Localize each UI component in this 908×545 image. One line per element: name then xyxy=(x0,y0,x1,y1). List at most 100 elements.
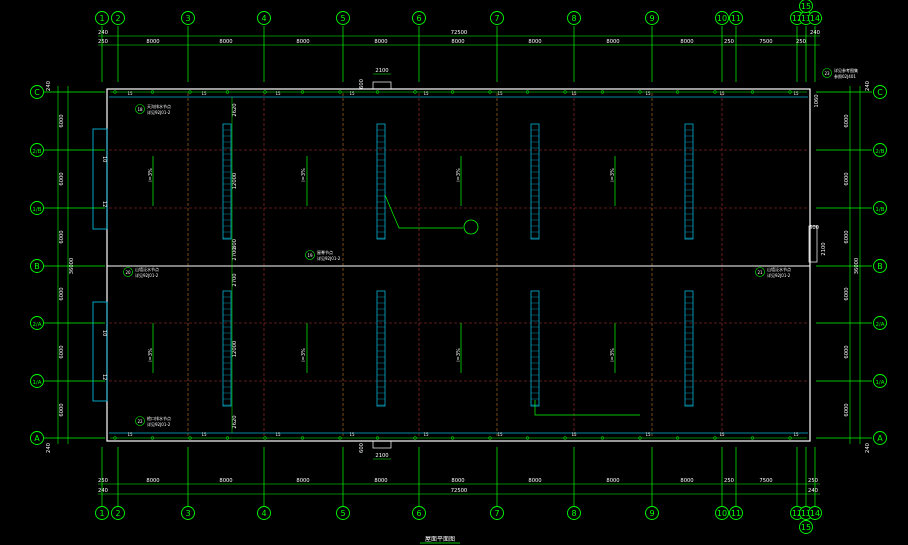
axis-right-2/A-label: 2/A xyxy=(875,322,884,328)
gutter-label-top: 15 xyxy=(719,91,725,96)
gutter-label-top: 15 xyxy=(645,91,651,96)
axis-bottom-extra-label: 15 xyxy=(801,523,811,532)
gable-label: 12 xyxy=(101,201,107,207)
dim-top-offset: 240 xyxy=(98,30,108,36)
dim-hatch-width: 2100 xyxy=(375,453,388,459)
axis-right-1/A-label: 1/A xyxy=(875,380,884,386)
dim-top-bay: 8000 xyxy=(680,39,693,45)
skylight-strip xyxy=(684,290,694,407)
roof-hatch-bottom xyxy=(372,440,392,449)
skylight-strip xyxy=(222,123,232,240)
axis-top-11-label: 11 xyxy=(731,14,741,23)
axis-bottom-3-label: 3 xyxy=(185,509,190,518)
dim-bottom-bay: 8000 xyxy=(219,478,232,484)
dim-bottom-bay: 8000 xyxy=(680,478,693,484)
dim-top-bay: 8000 xyxy=(606,39,619,45)
callout-title: 天沟排水节点 xyxy=(147,103,171,109)
dim-side-span: 6000 xyxy=(59,345,65,358)
dim-side-edge: 240 xyxy=(46,81,52,91)
skylight-strip xyxy=(376,290,386,407)
gable-vent-left xyxy=(92,301,108,402)
gable-label: 10 xyxy=(101,330,107,336)
dim-inner-vertical: 12000 xyxy=(232,341,238,358)
callout-number: 21 xyxy=(757,270,763,275)
callout-ref: 参照02J401 xyxy=(834,73,856,79)
dim-side-edge: 240 xyxy=(865,443,871,453)
dim-side-span: 6000 xyxy=(844,114,850,127)
callout-number: 18 xyxy=(137,107,143,112)
gutter-label-bottom: 15 xyxy=(793,432,799,437)
dim-bottom-bay: 8000 xyxy=(528,478,541,484)
dim-hatch-width: 2100 xyxy=(375,68,388,74)
gutter-label-top: 15 xyxy=(423,91,429,96)
dim-top-bay: 8000 xyxy=(528,39,541,45)
dim-side-span: 6000 xyxy=(59,114,65,127)
dim-gutter-offset: 600 xyxy=(359,79,365,89)
dim-side-span: 6000 xyxy=(844,287,850,300)
gutter-label-bottom: 15 xyxy=(497,432,503,437)
gutter-label-bottom: 15 xyxy=(349,432,355,437)
callout-title: 详见参考图集 xyxy=(834,67,858,73)
callout-ref: 详见92J01-2 xyxy=(135,272,159,278)
dim-bottom-bay: 8000 xyxy=(451,478,464,484)
dim-bottom-offset: 240 xyxy=(98,488,108,494)
gable-label: 10 xyxy=(101,156,107,162)
axis-right-B-label: B xyxy=(877,262,883,271)
dim-bottom-overall: 72500 xyxy=(451,488,468,494)
skylight-strip xyxy=(684,123,694,240)
axis-bottom-10-label: 10 xyxy=(717,509,727,518)
dim-bottom-bay: 8000 xyxy=(374,478,387,484)
axis-bottom-7-label: 7 xyxy=(494,509,499,518)
axis-left-B-label: B xyxy=(34,262,40,271)
axis-left-1/A-label: 1/A xyxy=(32,380,41,386)
axis-left-1/B-label: 1/B xyxy=(32,207,41,213)
dim-top-overall: 72500 xyxy=(451,30,468,36)
dim-bottom-bay: 8000 xyxy=(296,478,309,484)
gutter-label-bottom: 15 xyxy=(127,432,133,437)
annotations: 15 15 15 15 15 15 15 15 15 15 15 15 15 15 15 15 15 15 15 15… xyxy=(101,67,858,437)
axis-left-A-label: A xyxy=(34,434,40,443)
callout-ref: 详见92J01-2 xyxy=(767,272,791,278)
slope-label: i=3% xyxy=(301,168,307,182)
callout-title: 山墙泛水节点 xyxy=(767,266,791,272)
dim-side-edge: 240 xyxy=(46,443,52,453)
dim-right-side: 1060 xyxy=(814,94,820,107)
axis-bottom-2-label: 2 xyxy=(115,509,120,518)
dim-bottom-bay: 250 xyxy=(724,478,734,484)
slope-label: i=3% xyxy=(148,348,154,362)
callout-ref: 详见92J01-2 xyxy=(147,109,171,115)
gutter-label-bottom: 15 xyxy=(275,432,281,437)
gutter-label-bottom: 15 xyxy=(645,432,651,437)
gutter-label-top: 15 xyxy=(275,91,281,96)
dim-bottom-offset: 250 xyxy=(808,478,818,484)
callout-ref: 详见92J01-2 xyxy=(317,255,341,261)
dim-gutter-offset: 600 xyxy=(359,443,365,453)
axis-top-7-label: 7 xyxy=(494,14,499,23)
axis-top-6-label: 6 xyxy=(416,14,421,23)
axis-bottom-5-label: 5 xyxy=(340,509,345,518)
building-outline xyxy=(106,88,811,442)
gutter-label-top: 15 xyxy=(793,91,799,96)
gutter-label-bottom: 15 xyxy=(423,432,429,437)
skylight-strip xyxy=(530,290,540,407)
axis-bottom-9-label: 9 xyxy=(649,509,654,518)
dim-side-span: 6000 xyxy=(59,172,65,185)
axis-bottom-6-label: 6 xyxy=(416,509,421,518)
slope-label: i=3% xyxy=(148,168,154,182)
dim-top-offset: 240 xyxy=(810,30,820,36)
dim-side-span: 6000 xyxy=(59,230,65,243)
dim-top-bay: 8000 xyxy=(296,39,309,45)
axis-right-2/B-label: 2/B xyxy=(875,149,884,155)
dim-inner-vertical: 12000 xyxy=(232,173,238,190)
callout-title: 山墙泛水节点 xyxy=(135,266,159,272)
dim-top-bay: 7500 xyxy=(759,39,772,45)
roof-structure xyxy=(92,81,818,449)
axis-top-9-label: 9 xyxy=(649,14,654,23)
slope-label: i=3% xyxy=(456,348,462,362)
gutter-label-top: 15 xyxy=(349,91,355,96)
axis-left-C-label: C xyxy=(34,88,40,97)
callout-number: 23 xyxy=(824,71,830,76)
axis-right-A-label: A xyxy=(877,434,883,443)
callout-number: 19 xyxy=(307,253,313,258)
callout-title: 屋脊节点 xyxy=(317,249,333,255)
